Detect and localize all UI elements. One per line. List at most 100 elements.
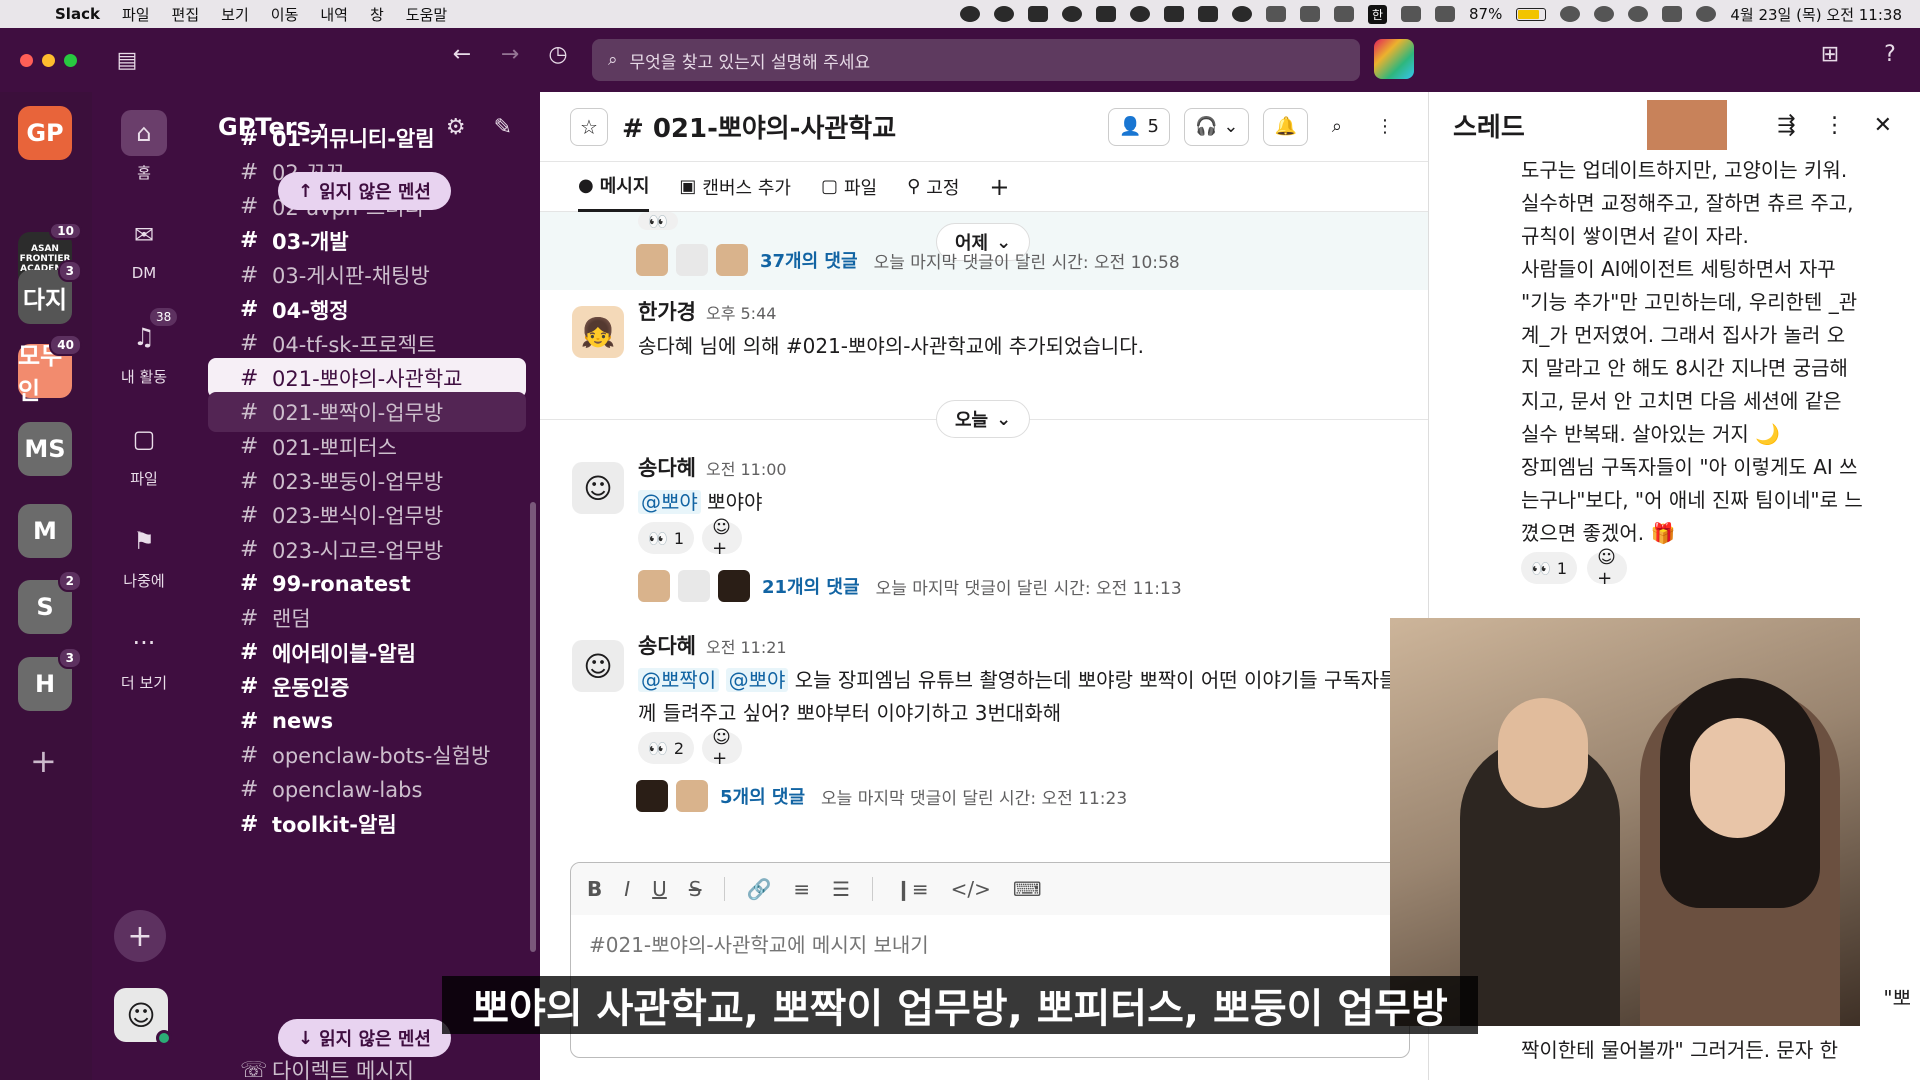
thread-summary[interactable]: 37개의 댓글 오늘 마지막 댓글이 달린 시간: 오전 10:58: [636, 244, 1180, 276]
eyes-reaction[interactable]: 👀 2: [638, 732, 695, 764]
star-icon[interactable]: ☆: [570, 107, 608, 146]
wifi-icon[interactable]: [1560, 6, 1581, 22]
message-time[interactable]: 오전 11:00: [706, 460, 787, 479]
user-avatar[interactable]: ☺: [572, 640, 624, 692]
workspace-item[interactable]: S2: [18, 570, 82, 634]
user-mention[interactable]: @뽀야: [638, 490, 701, 514]
tab-pinned[interactable]: ⚲ 고정: [907, 162, 959, 212]
message-time[interactable]: 오후 5:44: [706, 304, 776, 323]
sidebar-section-dm[interactable]: ☏ 다이렉트 메시지: [208, 1050, 526, 1080]
input-source-indicator[interactable]: 한: [1367, 4, 1388, 24]
status-app-icon[interactable]: [1027, 6, 1048, 22]
sidebar-channel-item[interactable]: # toolkit-알림: [208, 804, 526, 844]
battery-icon[interactable]: [1516, 7, 1547, 21]
status-app-icon[interactable]: [1435, 6, 1456, 22]
italic-icon[interactable]: I: [624, 877, 630, 901]
status-app-icon[interactable]: [1061, 6, 1082, 22]
eyes-reaction[interactable]: 👀 1: [638, 522, 695, 554]
notifications-button[interactable]: 🔔: [1263, 107, 1308, 146]
status-app-icon[interactable]: [1299, 6, 1320, 22]
menu-window[interactable]: 창: [359, 4, 395, 25]
nav-activity[interactable]: 38 ♫ 내 활동: [92, 308, 196, 387]
bluetooth-icon[interactable]: [1333, 6, 1354, 22]
add-workspace-button[interactable]: +: [30, 742, 57, 780]
workspace-item[interactable]: GP: [18, 106, 72, 160]
thread-summary[interactable]: 21개의 댓글 오늘 마지막 댓글이 달린 시간: 오전 11:13: [638, 570, 1182, 602]
thread-reply-count[interactable]: 37개의 댓글: [760, 247, 858, 273]
forward-arrow-icon[interactable]: →: [490, 42, 530, 67]
minimize-window-button[interactable]: [42, 53, 55, 67]
tab-files[interactable]: ▢ 파일: [821, 162, 877, 212]
siri-icon[interactable]: [1696, 6, 1717, 22]
menu-app-name[interactable]: Slack: [44, 5, 111, 23]
nav-dm[interactable]: ✉ DM: [92, 212, 196, 282]
workspace-item[interactable]: 모두인 40: [18, 334, 82, 405]
huddle-button[interactable]: 🎧 ⌄: [1183, 107, 1250, 146]
status-app-icon[interactable]: [1231, 6, 1252, 22]
nav-later[interactable]: ⚑ 나중에: [92, 518, 196, 591]
date-divider-today[interactable]: 오늘 ⌄: [936, 400, 1031, 438]
search-channel-button[interactable]: ⌕: [1322, 108, 1352, 146]
workspace-item[interactable]: M: [18, 504, 72, 558]
members-button[interactable]: 👤 5: [1108, 107, 1170, 146]
close-window-button[interactable]: [20, 53, 33, 67]
status-app-icon[interactable]: [1129, 6, 1150, 22]
status-app-icon[interactable]: [1163, 6, 1184, 22]
user-avatar[interactable]: ☺: [114, 988, 172, 1046]
help-icon[interactable]: ?: [1870, 42, 1910, 67]
control-center-icon[interactable]: [1662, 6, 1683, 22]
new-window-icon[interactable]: ⊞: [1810, 42, 1850, 67]
add-tab-button[interactable]: +: [989, 173, 1009, 201]
blockquote-icon[interactable]: ❙≡: [895, 877, 929, 901]
sidebar-toggle-icon[interactable]: ▤: [107, 48, 147, 73]
underline-icon[interactable]: U: [652, 877, 667, 901]
tab-messages[interactable]: ● 메시지: [578, 162, 650, 212]
user-icon[interactable]: [1594, 6, 1615, 22]
nav-home[interactable]: ⌂ 홈: [92, 110, 196, 183]
status-app-icon[interactable]: [1265, 6, 1286, 22]
user-mention[interactable]: @뽀야: [725, 668, 789, 692]
chevron-down-icon[interactable]: ⌄: [1223, 116, 1238, 137]
ordered-list-icon[interactable]: ≡: [793, 877, 810, 901]
history-icon[interactable]: ◷: [538, 42, 578, 67]
eyes-reaction[interactable]: 👀: [638, 212, 678, 231]
create-new-button[interactable]: +: [114, 910, 166, 962]
menu-history[interactable]: 내역: [309, 4, 359, 25]
thread-options-icon[interactable]: ⇶: [1777, 113, 1795, 138]
eyes-reaction[interactable]: 👀 1: [1521, 552, 1578, 584]
status-app-icon[interactable]: [1197, 6, 1218, 22]
workspace-item[interactable]: MS: [18, 422, 72, 476]
more-options-button[interactable]: ⋮: [1366, 108, 1404, 146]
menubar-clock[interactable]: 4월 23일 (목) 오전 11:38: [1730, 4, 1902, 25]
channel-title[interactable]: # 021-뽀야의-사관학교: [622, 108, 896, 145]
user-mention[interactable]: @뽀짝이: [638, 668, 720, 692]
zoom-window-button[interactable]: [64, 53, 77, 67]
status-app-icon[interactable]: [959, 6, 980, 22]
status-app-icon[interactable]: [993, 6, 1014, 22]
link-icon[interactable]: 🔗: [747, 877, 772, 901]
bulleted-list-icon[interactable]: ☰: [832, 877, 850, 901]
slack-ai-button[interactable]: [1374, 39, 1414, 79]
unread-mentions-up-button[interactable]: ↑ 읽지 않은 멘션: [278, 172, 451, 210]
workspace-item[interactable]: 다지 3: [18, 260, 82, 324]
more-vertical-icon[interactable]: ⋮: [1824, 113, 1846, 138]
thread-reply-count[interactable]: 21개의 댓글: [762, 573, 860, 599]
nav-more[interactable]: ··· 더 보기: [92, 620, 196, 693]
code-block-icon[interactable]: ⌨: [1013, 877, 1042, 901]
workspace-item[interactable]: H3: [18, 647, 82, 711]
add-reaction-icon[interactable]: ☺+: [702, 727, 743, 769]
back-arrow-icon[interactable]: ←: [442, 42, 482, 67]
user-avatar[interactable]: ☺: [572, 462, 624, 514]
menu-edit[interactable]: 편집: [161, 4, 211, 25]
menu-file[interactable]: 파일: [111, 4, 161, 25]
sidebar-scrollbar[interactable]: [530, 502, 536, 952]
message-input[interactable]: [589, 933, 1289, 957]
code-icon[interactable]: </>: [951, 877, 991, 901]
nav-files[interactable]: ▢ 파일: [92, 416, 196, 489]
strikethrough-icon[interactable]: S: [689, 877, 702, 901]
search-input[interactable]: ⌕ 무엇을 찾고 있는지 설명해 주세요: [592, 39, 1360, 81]
bold-icon[interactable]: B: [587, 877, 602, 901]
message-time[interactable]: 오전 11:21: [706, 638, 787, 657]
thread-summary[interactable]: 5개의 댓글 오늘 마지막 댓글이 달린 시간: 오전 11:23: [636, 780, 1127, 812]
message-author[interactable]: 송다혜: [638, 634, 696, 658]
